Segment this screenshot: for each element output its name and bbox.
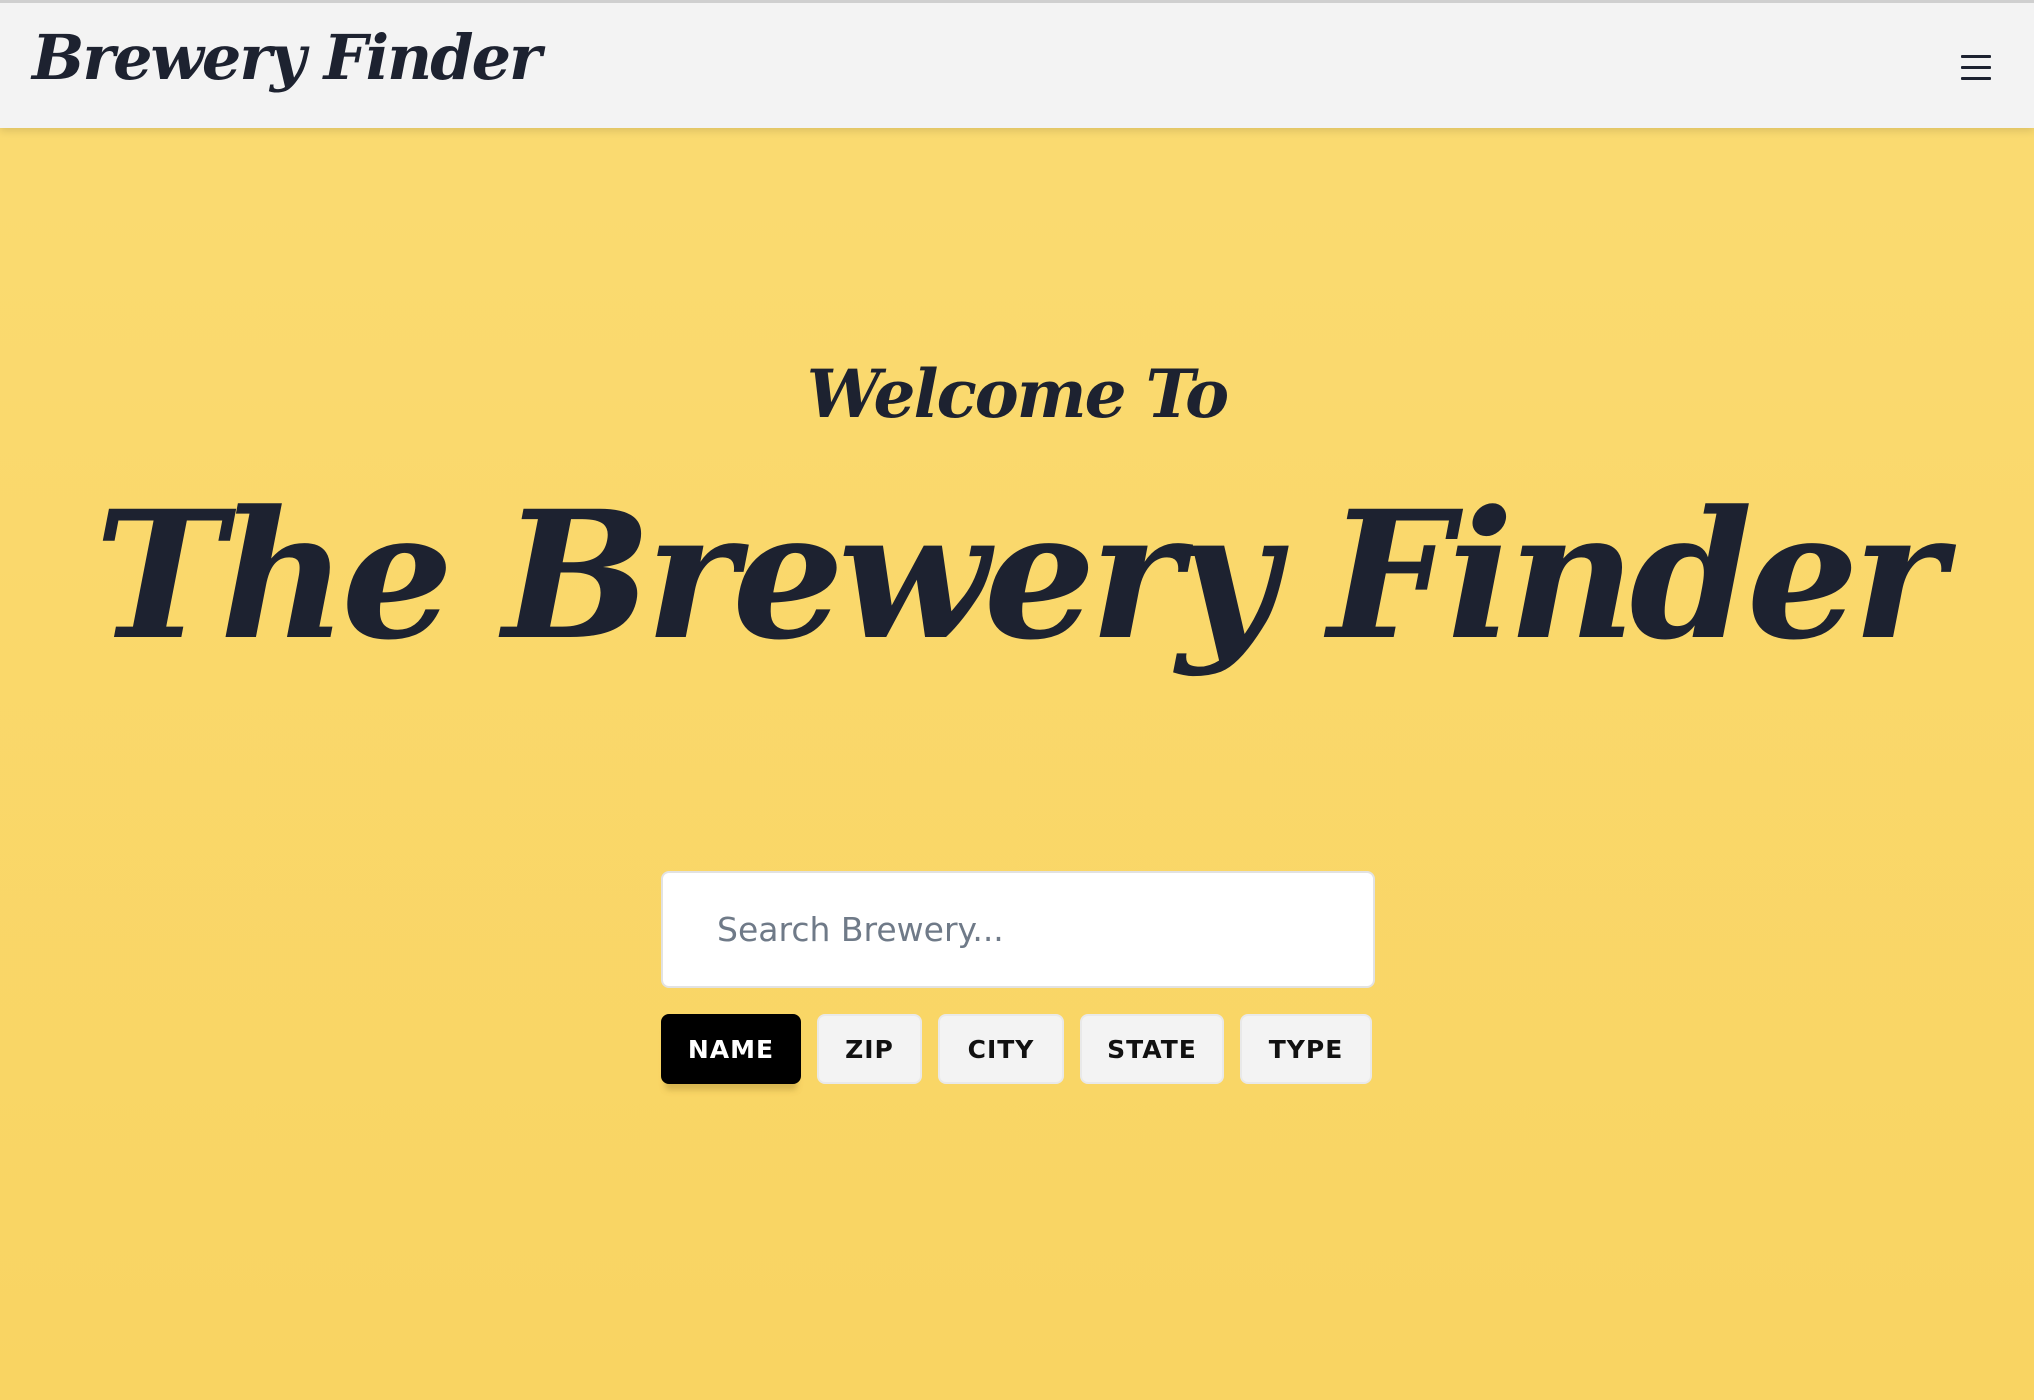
search-filter-group: NAME ZIP CITY STATE TYPE (661, 1014, 1372, 1084)
filter-state-button[interactable]: STATE (1080, 1014, 1224, 1084)
search-input[interactable] (661, 871, 1375, 988)
welcome-heading: Welcome To (806, 355, 1229, 433)
top-navbar: Brewery Finder (0, 0, 2034, 128)
filter-type-button[interactable]: TYPE (1240, 1014, 1372, 1084)
hamburger-menu-icon-bar (1961, 65, 1991, 69)
page-title: The Brewery Finder (94, 472, 1946, 679)
search-box (661, 871, 1375, 988)
filter-zip-button[interactable]: ZIP (817, 1014, 922, 1084)
hamburger-menu-icon (1961, 54, 1991, 58)
brand-logo[interactable]: Brewery Finder (32, 21, 542, 95)
filter-name-button[interactable]: NAME (661, 1014, 801, 1084)
hamburger-menu-icon-bar (1961, 76, 1991, 80)
filter-city-button[interactable]: CITY (938, 1014, 1064, 1084)
hamburger-menu-button[interactable] (1948, 43, 2004, 91)
